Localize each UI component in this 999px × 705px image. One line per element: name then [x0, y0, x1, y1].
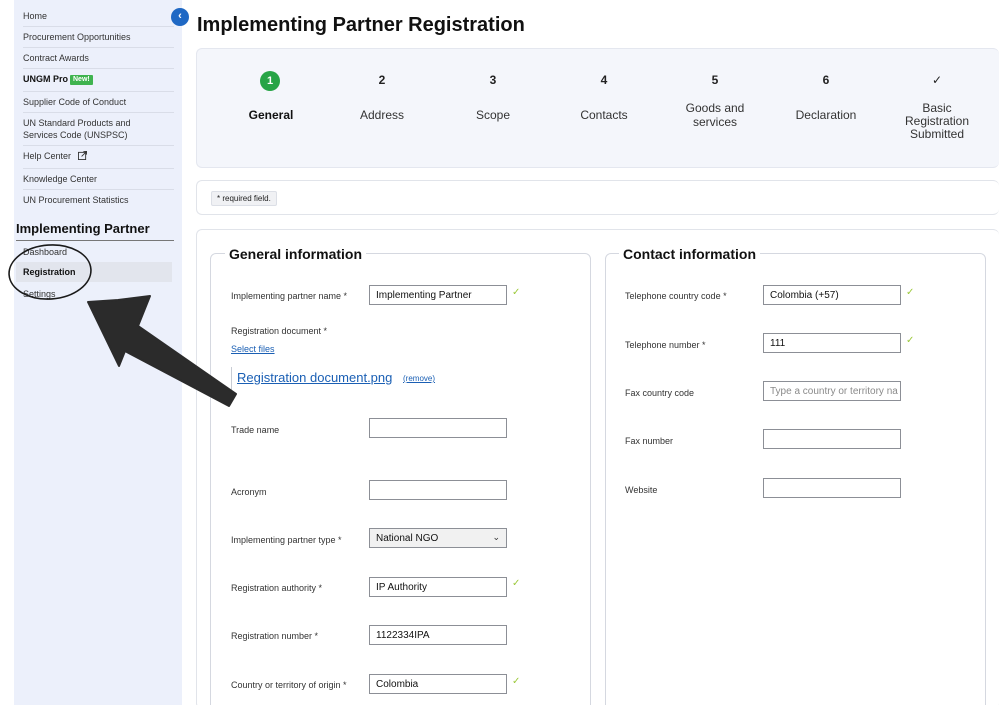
registration-authority-input[interactable]: IP Authority	[369, 577, 507, 597]
step-label: Address	[359, 108, 405, 122]
nav-registration[interactable]: Registration	[16, 262, 172, 282]
collapse-sidebar-button[interactable]: ‹	[171, 8, 189, 26]
nav-knowledge-center[interactable]: Knowledge Center	[23, 173, 174, 190]
registration-stepper: 1 General 2 Address 3 Scope 4 Contacts 5…	[196, 48, 999, 168]
country-of-origin-input[interactable]: Colombia	[369, 674, 507, 694]
step-number: 5	[711, 73, 719, 87]
trade-name-input[interactable]	[369, 418, 507, 438]
nav-contract-awards[interactable]: Contract Awards	[23, 52, 174, 69]
nav-supplier-code[interactable]: Supplier Code of Conduct	[23, 96, 174, 113]
step-label-line3: Submitted	[909, 127, 965, 141]
registration-document-label: Registration document *	[231, 326, 328, 336]
nav-help-center[interactable]: Help Center	[23, 150, 174, 169]
fax-number-label: Fax number	[625, 436, 674, 446]
ip-type-label: Implementing partner type *	[231, 535, 342, 545]
registration-number-label: Registration number *	[231, 631, 319, 641]
trade-name-label: Trade name	[231, 425, 280, 435]
registration-authority-label: Registration authority *	[231, 583, 323, 593]
app-root: Home Procurement Opportunities Contract …	[0, 0, 999, 705]
valid-check-icon: ✓	[906, 335, 915, 346]
remove-file-link[interactable]: (remove)	[403, 374, 435, 383]
valid-check-icon: ✓	[512, 578, 521, 589]
telephone-number-label: Telephone number *	[625, 340, 706, 350]
step-number: 6	[822, 73, 830, 87]
required-field-note: * required field.	[211, 191, 277, 206]
nav-dashboard[interactable]: Dashboard	[23, 247, 67, 257]
checkmark-icon: ✓	[931, 73, 943, 87]
nav-procurement-opportunities[interactable]: Procurement Opportunities	[23, 31, 174, 48]
nav-ungm-pro[interactable]: UNGM Pro New!	[23, 73, 174, 92]
fax-country-code-input[interactable]: Type a country or territory na	[763, 381, 901, 401]
website-input[interactable]	[763, 478, 901, 498]
valid-check-icon: ✓	[906, 287, 915, 298]
step-label: Declaration	[795, 108, 857, 122]
required-note-bar: * required field.	[196, 180, 999, 215]
select-files-link[interactable]: Select files	[231, 344, 275, 354]
new-badge: New!	[70, 75, 93, 85]
uploaded-file-link[interactable]: Registration document.png	[237, 370, 392, 385]
acronym-label: Acronym	[231, 487, 267, 497]
file-item-divider	[231, 367, 232, 390]
step-label-line1: Goods and	[685, 101, 745, 115]
nav-settings[interactable]: Settings	[23, 289, 56, 299]
step-number: 1	[260, 71, 280, 91]
general-information-legend: General information	[225, 246, 367, 262]
step-label: Contacts	[580, 108, 628, 122]
section-divider	[16, 240, 174, 241]
website-label: Website	[625, 485, 658, 495]
step-number: 3	[489, 73, 497, 87]
fax-number-input[interactable]	[763, 429, 901, 449]
valid-check-icon: ✓	[512, 676, 521, 687]
section-title-implementing-partner: Implementing Partner	[16, 221, 150, 236]
nav-unspsc[interactable]: UN Standard Products and Services Code (…	[23, 117, 174, 146]
chevron-down-icon: ⌄	[492, 532, 500, 542]
ip-name-input[interactable]: Implementing Partner	[369, 285, 507, 305]
step-label-line2: services	[692, 115, 737, 129]
page-title: Implementing Partner Registration	[197, 14, 525, 36]
ip-type-select[interactable]: National NGO ⌄	[369, 528, 507, 548]
step-number: 4	[600, 73, 608, 87]
step-label: General	[248, 108, 294, 122]
fax-country-code-label: Fax country code	[625, 388, 695, 398]
step-number: 2	[378, 73, 386, 87]
ip-type-selected: National NGO	[376, 533, 439, 544]
registration-number-input[interactable]: 1122334IPA	[369, 625, 507, 645]
external-link-icon	[77, 151, 87, 163]
country-of-origin-label: Country or territory of origin *	[231, 680, 347, 690]
telephone-country-code-input[interactable]: Colombia (+57)	[763, 285, 901, 305]
step-label: Scope	[475, 108, 511, 122]
acronym-input[interactable]	[369, 480, 507, 500]
ip-name-label: Implementing partner name *	[231, 291, 348, 301]
telephone-number-input[interactable]: 111	[763, 333, 901, 353]
contact-information-legend: Contact information	[619, 246, 760, 262]
sidebar: Home Procurement Opportunities Contract …	[14, 0, 182, 705]
chevron-left-icon: ‹	[178, 10, 182, 22]
nav-procurement-statistics[interactable]: UN Procurement Statistics	[23, 194, 174, 211]
nav-home[interactable]: Home	[23, 10, 174, 27]
telephone-country-code-label: Telephone country code *	[625, 291, 727, 301]
valid-check-icon: ✓	[512, 287, 521, 298]
